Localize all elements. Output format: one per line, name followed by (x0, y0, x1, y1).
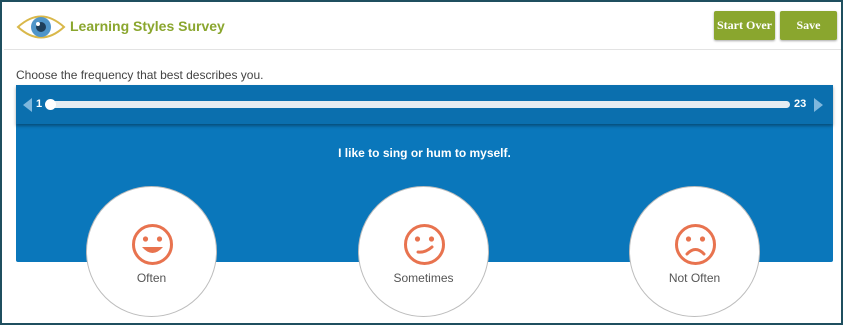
question-text: I like to sing or hum to myself. (338, 146, 511, 160)
option-label: Often (136, 271, 167, 285)
option-not-often[interactable]: Not Often (629, 186, 760, 317)
header: Learning Styles Survey Start Over Save (4, 4, 841, 50)
option-label: Not Often (668, 271, 721, 285)
app-title: Learning Styles Survey (70, 18, 225, 34)
previous-arrow-icon[interactable] (23, 98, 32, 112)
slider-min-label: 1 (36, 98, 43, 110)
survey-window: Learning Styles Survey Start Over Save C… (0, 0, 843, 325)
sad-face-icon (675, 224, 716, 265)
option-label: Sometimes (393, 271, 454, 285)
question-slider: 1 23 (16, 85, 833, 124)
slider-max-label: 23 (794, 98, 807, 110)
slider-thumb[interactable] (45, 99, 56, 110)
start-over-button[interactable]: Start Over (714, 11, 775, 40)
instruction-text: Choose the frequency that best describes… (16, 68, 264, 82)
happy-face-icon (132, 224, 173, 265)
neutral-face-icon (404, 224, 445, 265)
eye-icon (16, 15, 66, 39)
save-button[interactable]: Save (780, 11, 837, 40)
option-sometimes[interactable]: Sometimes (358, 186, 489, 317)
option-often[interactable]: Often (86, 186, 217, 317)
slider-track[interactable] (49, 101, 790, 108)
next-arrow-icon[interactable] (814, 98, 823, 112)
